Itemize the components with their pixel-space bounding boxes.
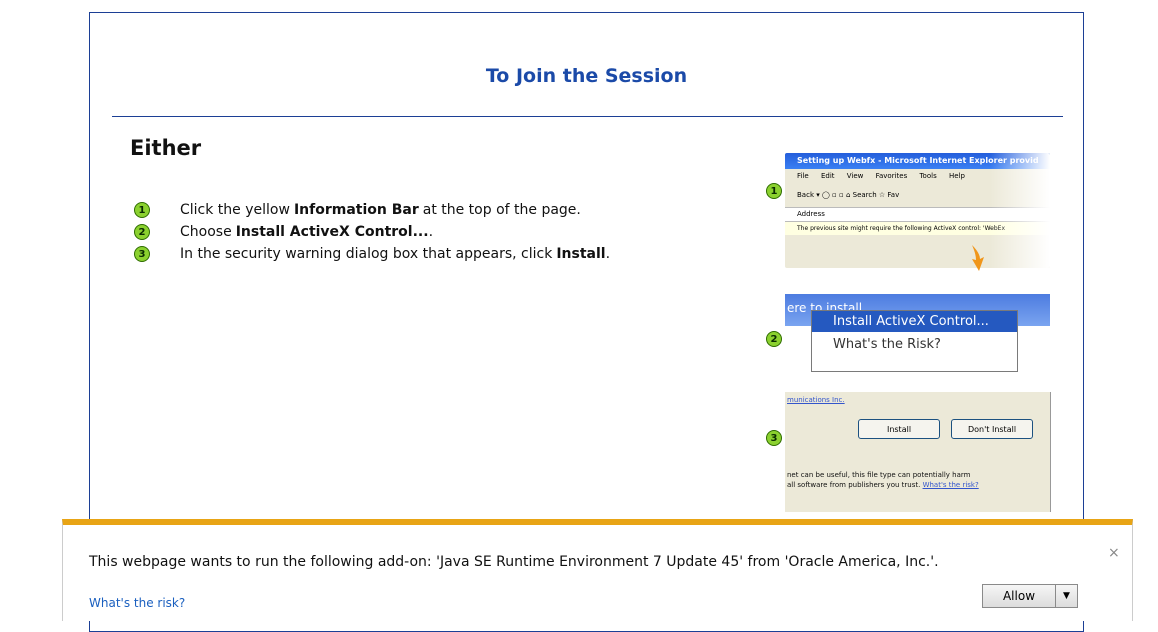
either-heading: Either bbox=[130, 136, 202, 160]
step-number-badge: 3 bbox=[134, 246, 150, 262]
step-text: . bbox=[605, 246, 611, 262]
warning-line: all software from publishers you trust. … bbox=[787, 480, 979, 490]
warning-line-text: all software from publishers you trust. bbox=[787, 481, 921, 489]
risk-link-image: What's the risk? bbox=[922, 481, 979, 489]
dont-install-button-image: Don't Install bbox=[951, 419, 1033, 439]
context-menu: Install ActiveX Control... What's the Ri… bbox=[811, 310, 1018, 372]
screenshot-badge-3: 3 bbox=[766, 430, 782, 446]
title-divider bbox=[112, 116, 1063, 117]
step-text: . bbox=[428, 224, 434, 240]
step-1: 1 Click the yellow Information Bar at th… bbox=[134, 199, 610, 221]
screenshot-badge-2: 2 bbox=[766, 331, 782, 347]
warning-text: net can be useful, this file type can po… bbox=[787, 470, 979, 490]
steps-list: 1 Click the yellow Information Bar at th… bbox=[134, 199, 610, 265]
step-3: 3 In the security warning dialog box tha… bbox=[134, 243, 610, 265]
ie-menu-item: Tools bbox=[919, 172, 937, 180]
addon-notification-bar: This webpage wants to run the following … bbox=[62, 519, 1133, 621]
ie-menu-item: Favorites bbox=[875, 172, 908, 180]
publisher-name: munications Inc. bbox=[787, 396, 845, 404]
step-text: Choose bbox=[180, 224, 232, 240]
allow-dropdown-arrow-icon[interactable]: ▼ bbox=[1056, 584, 1078, 608]
menu-item-whats-the-risk: What's the Risk? bbox=[833, 337, 941, 352]
allow-split-button: Allow ▼ bbox=[982, 584, 1078, 608]
orange-arrow-icon bbox=[972, 245, 984, 271]
step-bold-text: Install bbox=[556, 246, 606, 262]
step-text: at the top of the page. bbox=[422, 202, 581, 218]
step-text: Click the yellow bbox=[180, 202, 290, 218]
step-number-badge: 2 bbox=[134, 224, 150, 240]
notification-message: This webpage wants to run the following … bbox=[89, 554, 939, 570]
install-button-image: Install bbox=[858, 419, 940, 439]
step-bold-text: Install ActiveX Control... bbox=[235, 224, 429, 240]
ie-menu-item: Edit bbox=[820, 172, 835, 180]
page-title: To Join the Session bbox=[485, 65, 688, 87]
step-2: 2 Choose Install ActiveX Control... . bbox=[134, 221, 610, 243]
screenshot-badge-1: 1 bbox=[766, 183, 782, 199]
step-text: In the security warning dialog box that … bbox=[180, 246, 553, 262]
allow-button[interactable]: Allow bbox=[982, 584, 1056, 608]
ie-menu-item: File bbox=[797, 172, 809, 180]
menu-item-install-activex: Install ActiveX Control... bbox=[812, 311, 1017, 332]
screenshot-information-bar: Setting up Webfx - Microsoft Internet Ex… bbox=[785, 153, 1050, 268]
warning-line: net can be useful, this file type can po… bbox=[787, 471, 971, 479]
step-bold-text: Information Bar bbox=[293, 202, 419, 218]
ie-menu-item: View bbox=[846, 172, 864, 180]
close-icon[interactable]: × bbox=[1108, 545, 1120, 561]
ie-menu-item: Help bbox=[948, 172, 965, 180]
screenshot-install-menu: ere to install... Install ActiveX Contro… bbox=[785, 294, 1050, 374]
screenshot-security-warning: munications Inc. Install Don't Install n… bbox=[785, 392, 1051, 512]
whats-the-risk-link[interactable]: What's the risk? bbox=[89, 596, 185, 610]
fade-overlay bbox=[990, 153, 1050, 268]
step-number-badge: 1 bbox=[134, 202, 150, 218]
